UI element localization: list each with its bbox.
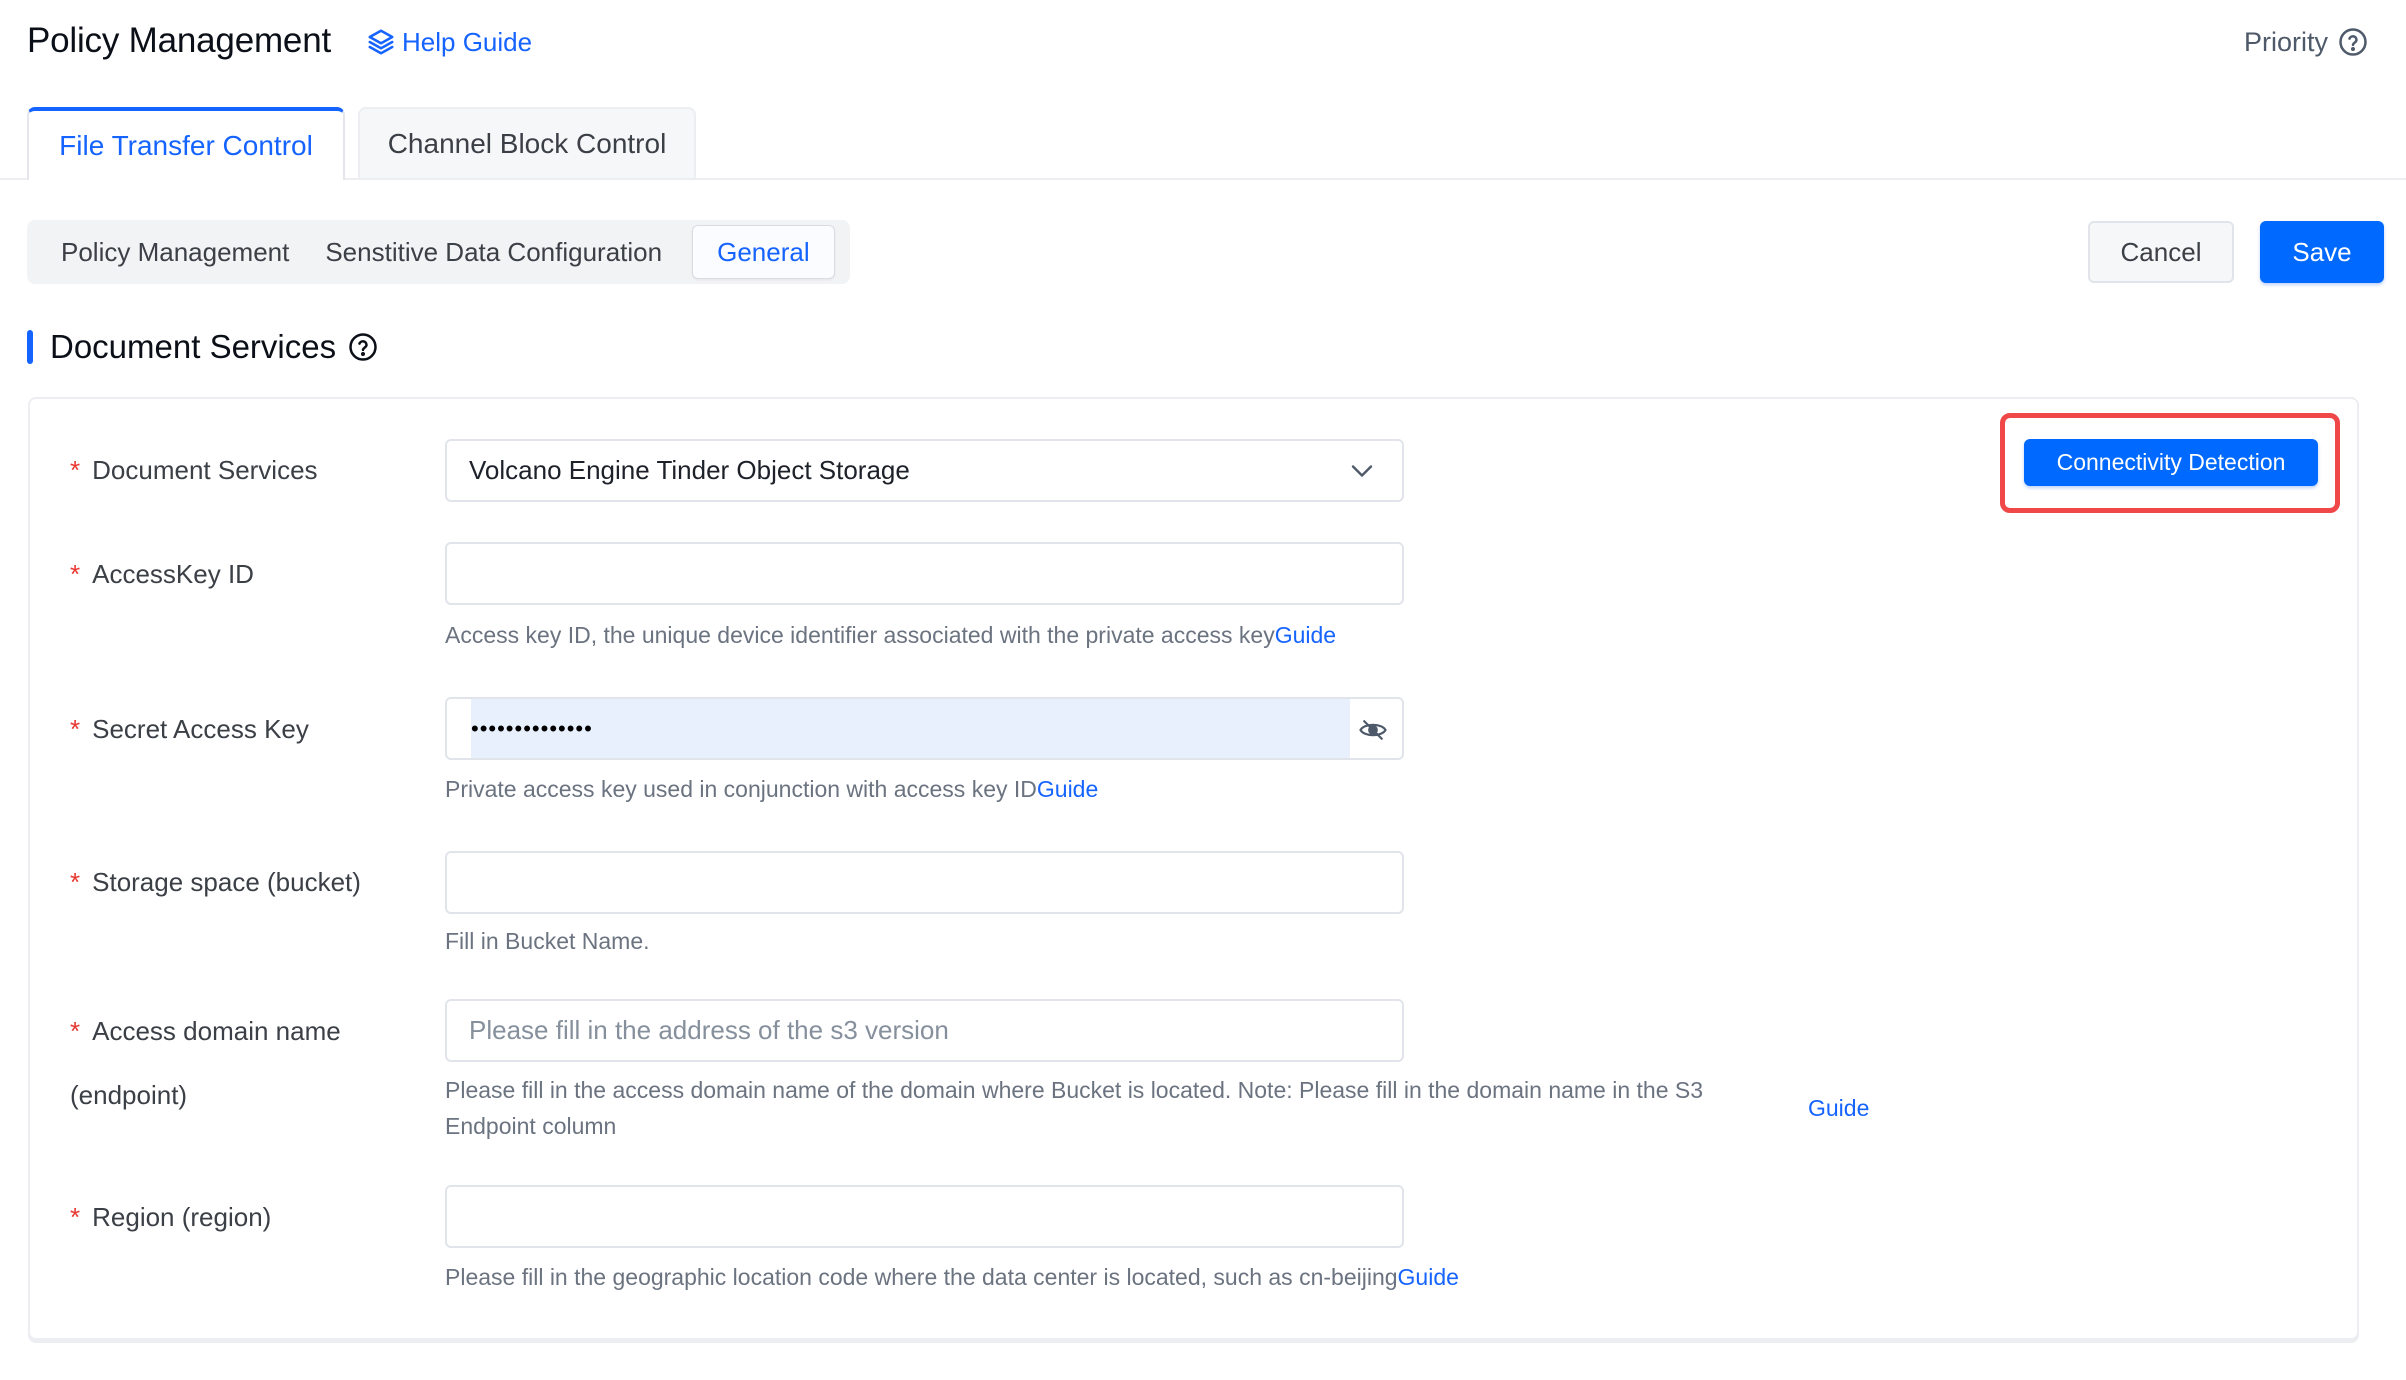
connectivity-detection-button[interactable]: Connectivity Detection bbox=[2024, 439, 2318, 486]
section-title: Document Services bbox=[50, 328, 337, 365]
tab-file-transfer-control[interactable]: File Transfer Control bbox=[27, 107, 345, 180]
bucket-label: * Storage space (bucket) bbox=[70, 866, 361, 897]
required-mark: * bbox=[70, 866, 81, 897]
access-key-id-field[interactable] bbox=[445, 542, 1404, 605]
bucket-field[interactable] bbox=[445, 851, 1404, 914]
subtab-policy-management[interactable]: Policy Management bbox=[31, 225, 319, 279]
required-mark: * bbox=[70, 713, 81, 744]
secret-access-key-field[interactable]: •••••••••••••• bbox=[445, 697, 1404, 760]
document-services-value: Volcano Engine Tinder Object Storage bbox=[469, 455, 910, 485]
access-key-id-input[interactable] bbox=[447, 544, 1402, 603]
cancel-button[interactable]: Cancel bbox=[2088, 221, 2234, 283]
priority-label: Priority bbox=[2243, 26, 2328, 57]
document-services-label: * Document Services bbox=[70, 454, 318, 485]
autofill-highlight bbox=[471, 699, 1350, 758]
endpoint-label-line2: (endpoint) bbox=[70, 1079, 188, 1110]
subtab-general[interactable]: General bbox=[692, 225, 835, 279]
priority-link[interactable]: Priority bbox=[2244, 22, 2368, 62]
endpoint-input[interactable] bbox=[447, 1001, 1402, 1060]
secret-access-key-guide-link[interactable]: Guide bbox=[1037, 776, 1098, 802]
access-key-id-guide-link[interactable]: Guide bbox=[1275, 622, 1336, 648]
endpoint-guide-link[interactable]: Guide bbox=[1808, 1090, 1869, 1126]
secret-access-key-help: Private access key used in conjunction w… bbox=[445, 776, 1099, 802]
access-key-id-help: Access key ID, the unique device identif… bbox=[445, 622, 1337, 648]
save-button[interactable]: Save bbox=[2260, 221, 2384, 283]
tab-channel-block-control[interactable]: Channel Block Control bbox=[358, 107, 696, 178]
secret-access-key-label: * Secret Access Key bbox=[70, 713, 309, 744]
required-mark: * bbox=[70, 558, 81, 589]
help-guide-label: Help Guide bbox=[402, 26, 533, 57]
required-mark: * bbox=[70, 1201, 81, 1232]
document-services-select[interactable]: Volcano Engine Tinder Object Storage bbox=[445, 439, 1404, 502]
bucket-input[interactable] bbox=[447, 853, 1402, 912]
endpoint-help: Please fill in the access domain name of… bbox=[445, 1077, 1704, 1139]
subtab-bar: Policy Management Senstitive Data Config… bbox=[27, 220, 850, 284]
layers-icon bbox=[368, 29, 394, 55]
required-mark: * bbox=[70, 454, 81, 485]
region-field[interactable] bbox=[445, 1185, 1404, 1248]
eye-off-icon[interactable] bbox=[1358, 715, 1388, 745]
help-guide-link[interactable]: Help Guide bbox=[366, 22, 532, 62]
region-label: * Region (region) bbox=[70, 1201, 272, 1232]
section-accent-bar bbox=[27, 330, 33, 364]
access-key-id-label: * AccessKey ID bbox=[70, 558, 254, 589]
page-title: Policy Management bbox=[27, 21, 331, 60]
section-header: Document Services bbox=[50, 325, 378, 369]
region-input[interactable] bbox=[447, 1187, 1402, 1246]
region-guide-link[interactable]: Guide bbox=[1398, 1264, 1459, 1290]
secret-access-key-masked-value[interactable]: •••••••••••••• bbox=[471, 716, 593, 742]
chevron-down-icon bbox=[1351, 464, 1373, 477]
endpoint-field[interactable] bbox=[445, 999, 1404, 1062]
question-circle-icon bbox=[2339, 28, 2367, 56]
subtab-sensitive-data-configuration[interactable]: Senstitive Data Configuration bbox=[319, 225, 692, 279]
endpoint-label: * Access domain name bbox=[70, 1015, 341, 1046]
bucket-help: Fill in Bucket Name. bbox=[445, 928, 650, 954]
tabs-divider bbox=[0, 178, 2406, 180]
region-help: Please fill in the geographic location c… bbox=[445, 1264, 1459, 1290]
required-mark: * bbox=[70, 1015, 81, 1046]
question-circle-icon[interactable] bbox=[348, 332, 378, 362]
